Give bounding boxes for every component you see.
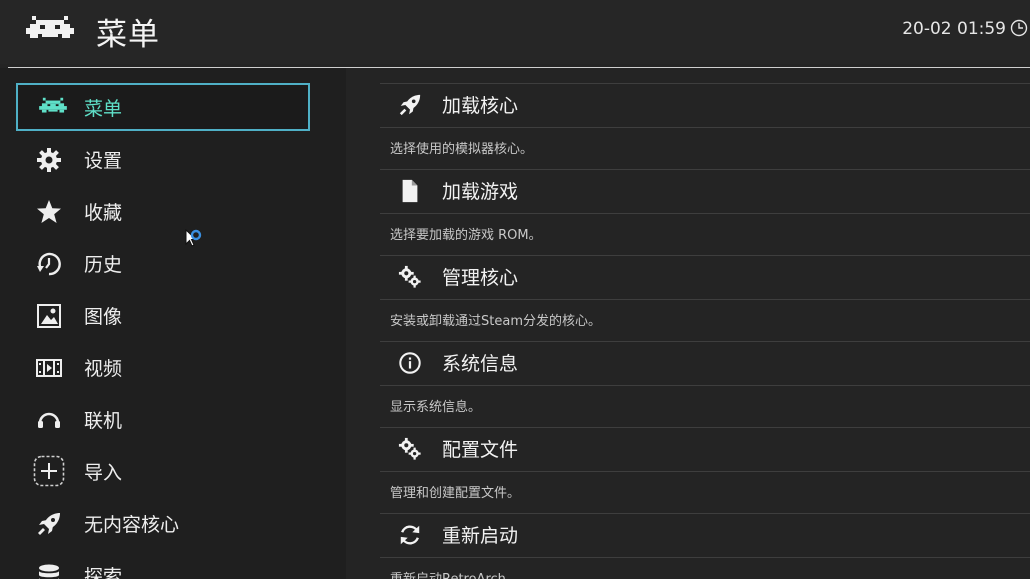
clock-icon [1010, 19, 1028, 37]
sidebar-item-import[interactable]: 导入 [16, 447, 310, 495]
rocket-icon [38, 513, 60, 535]
sidebar-item-label: 导入 [84, 462, 123, 484]
sidebar-item-label: 联机 [84, 410, 123, 432]
entry-divider [380, 83, 1030, 84]
sidebar-item-label: 探索 [84, 566, 123, 579]
rocket-icon [399, 94, 421, 116]
entry-divider [380, 471, 1030, 472]
sidebar-item-netplay[interactable]: 联机 [16, 395, 310, 443]
film-icon [36, 359, 62, 377]
entry-label: 重新启动 [442, 525, 519, 547]
entry-label: 加载游戏 [442, 181, 519, 203]
gears-icon [398, 265, 421, 288]
entry-label: 管理核心 [442, 267, 519, 289]
retroarch-logo-icon [26, 16, 74, 38]
database-icon [39, 564, 59, 579]
entry-description: 选择要加载的游戏 ROM。 [390, 228, 542, 243]
sidebar-item-history[interactable]: 历史 [16, 239, 310, 287]
restart-icon [400, 525, 420, 545]
entry-divider [380, 213, 1030, 214]
entry-description: 选择使用的模拟器核心。 [390, 142, 534, 157]
menu-entry-restart[interactable]: 重新启动 重新启动RetroArch。 [380, 513, 1030, 579]
netplay-headset-icon [38, 412, 60, 428]
entry-divider [380, 341, 1030, 342]
sidebar: 菜单 设置 收藏 历史 图像 视频 联机 导入 无内容核心 探索 [0, 68, 346, 579]
entry-description: 显示系统信息。 [390, 400, 482, 415]
add-plus-icon [33, 455, 65, 487]
sidebar-item-explore[interactable]: 探索 [16, 551, 310, 579]
sidebar-item-contentless-cores[interactable]: 无内容核心 [16, 499, 310, 547]
gears-icon [398, 437, 421, 460]
entry-divider [380, 427, 1030, 428]
entry-divider [380, 169, 1030, 170]
entry-label: 系统信息 [442, 353, 519, 375]
entry-divider [380, 255, 1030, 256]
star-icon [37, 200, 61, 223]
mouse-cursor-icon [185, 228, 202, 247]
page-title: 菜单 [96, 17, 160, 53]
sidebar-item-label: 设置 [84, 150, 123, 172]
sidebar-item-label: 图像 [84, 306, 123, 328]
entry-divider [380, 127, 1030, 128]
header-bar: 菜单 20-02 01:59 [0, 0, 1030, 64]
sidebar-item-settings[interactable]: 设置 [16, 135, 310, 183]
image-icon [37, 304, 61, 328]
sidebar-item-images[interactable]: 图像 [16, 291, 310, 339]
entry-divider [380, 385, 1030, 386]
sidebar-item-label: 历史 [84, 254, 123, 276]
gear-icon [37, 148, 61, 172]
history-icon [37, 252, 61, 276]
info-icon [399, 352, 421, 374]
main-menu-list: 加载核心 选择使用的模拟器核心。 加载游戏 选择要加载的游戏 ROM。 管理核心… [346, 68, 1030, 579]
retroarch-invader-icon [39, 97, 67, 113]
sidebar-item-label: 视频 [84, 358, 123, 380]
entry-divider [380, 299, 1030, 300]
sidebar-item-label: 菜单 [84, 98, 123, 120]
menu-entry-system-info[interactable]: 系统信息 显示系统信息。 [380, 341, 1030, 427]
retroarch-window: 菜单 20-02 01:59 菜单 设置 收藏 历史 图像 视频 联机 导入 无… [0, 0, 1030, 579]
entry-description: 安装或卸载通过Steam分发的核心。 [390, 314, 601, 329]
menu-entry-load-core[interactable]: 加载核心 选择使用的模拟器核心。 [380, 83, 1030, 169]
menu-entry-manage-cores[interactable]: 管理核心 安装或卸载通过Steam分发的核心。 [380, 255, 1030, 341]
entry-label: 配置文件 [442, 439, 519, 461]
sidebar-item-video[interactable]: 视频 [16, 343, 310, 391]
sidebar-item-label: 无内容核心 [84, 514, 180, 536]
entry-description: 管理和创建配置文件。 [390, 486, 521, 501]
entry-description: 重新启动RetroArch。 [390, 568, 519, 579]
file-icon [402, 179, 418, 203]
entry-divider [380, 513, 1030, 514]
entry-label: 加载核心 [442, 95, 519, 117]
sidebar-item-label: 收藏 [84, 202, 123, 224]
sidebar-item-favorites[interactable]: 收藏 [16, 187, 310, 235]
entry-divider [380, 557, 1030, 558]
sidebar-item-main-menu[interactable]: 菜单 [16, 83, 310, 131]
menu-entry-load-content[interactable]: 加载游戏 选择要加载的游戏 ROM。 [380, 169, 1030, 255]
menu-entry-config-files[interactable]: 配置文件 管理和创建配置文件。 [380, 427, 1030, 513]
clock-label: 20-02 01:59 [902, 19, 1006, 39]
